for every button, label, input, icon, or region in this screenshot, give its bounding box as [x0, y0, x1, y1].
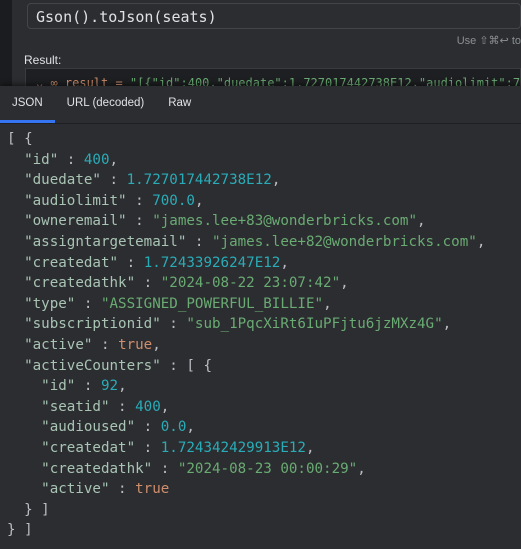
- json-punct: ,: [357, 460, 366, 477]
- json-key: "createdat": [41, 439, 136, 456]
- json-line: "duedate" : 1.727017442738E12,: [24, 172, 281, 189]
- json-value: "2024-08-23 00:00:29": [177, 460, 358, 477]
- json-value: 92: [100, 378, 119, 395]
- tab-raw[interactable]: Raw: [156, 86, 203, 123]
- json-line: "id" : 400,: [24, 151, 119, 168]
- json-key: "id": [24, 151, 59, 168]
- json-key: "assigntargetemail": [24, 233, 187, 250]
- json-line: "activeCounters" : [ {: [24, 357, 213, 374]
- json-value: "sub_1PqcXiRt6IuPFjtu6jzMXz4G": [186, 316, 443, 333]
- shortcut-hint: Use ⇧⌘↩ to: [456, 35, 521, 47]
- json-punct: ,: [160, 398, 170, 415]
- json-value: 0.0: [160, 419, 187, 436]
- json-value: 1.724342429913E12: [160, 439, 306, 456]
- json-key: "owneremail": [24, 213, 127, 230]
- json-punct: ,: [118, 378, 127, 395]
- json-line: "active" : true,: [24, 336, 161, 353]
- json-key: "audiolimit": [24, 192, 127, 209]
- json-punct: ,: [305, 439, 315, 456]
- json-line: "seatid" : 400,: [41, 398, 170, 415]
- json-key: "subscriptionid": [24, 316, 161, 333]
- tab-url-decoded[interactable]: URL (decoded): [55, 86, 157, 123]
- json-bracket: [ {: [7, 131, 33, 147]
- json-key: "id": [41, 378, 76, 395]
- json-line: "subscriptionid" : "sub_1PqcXiRt6IuPFjtu…: [24, 316, 452, 333]
- json-line: "createdat" : 1.724342429913E12,: [41, 439, 315, 456]
- json-punct: ,: [109, 151, 119, 168]
- expression-input[interactable]: Gson().toJson(seats): [27, 3, 521, 29]
- json-line: "audioused" : 0.0,: [41, 419, 195, 436]
- json-key: "active": [24, 336, 93, 353]
- json-punct: ,: [442, 316, 452, 333]
- json-key: "createdat": [24, 254, 119, 271]
- json-key: "audioused": [41, 419, 136, 436]
- json-line: "createdathk" : "2024-08-22 23:07:42",: [24, 275, 349, 292]
- json-value: true: [135, 481, 170, 498]
- json-value: 400: [83, 151, 110, 168]
- json-line: "owneremail" : "james.lee+83@wonderbrick…: [24, 213, 426, 230]
- json-line: "active" : true: [41, 481, 170, 498]
- json-value: "2024-08-22 23:07:42": [160, 275, 341, 292]
- json-punct: ,: [186, 419, 195, 436]
- json-punct: ,: [271, 172, 281, 189]
- json-content[interactable]: [ { "id" : 400, "duedate" : 1.7270174427…: [7, 129, 521, 549]
- json-key: "duedate": [24, 172, 101, 189]
- json-line: [ {: [7, 129, 521, 150]
- json-punct: ,: [323, 295, 332, 312]
- json-punct: ,: [476, 233, 486, 250]
- json-line: "createdat" : 1.72433926247E12,: [24, 254, 289, 271]
- json-value: "james.lee+83@wonderbricks.com": [152, 213, 418, 230]
- json-key: "activeCounters": [24, 357, 161, 374]
- json-line: "id" : 92,: [41, 378, 127, 395]
- json-punct: ,: [340, 275, 349, 292]
- json-line: "createdathk" : "2024-08-23 00:00:29",: [41, 460, 366, 477]
- json-key: "seatid": [41, 398, 110, 415]
- viewer-tabs: JSON URL (decoded) Raw: [0, 86, 521, 124]
- json-key: "type": [24, 295, 76, 312]
- json-value: 700.0: [152, 192, 195, 209]
- json-line: "type" : "ASSIGNED_POWERFUL_BILLIE",: [24, 295, 332, 312]
- json-punct: ,: [280, 254, 289, 271]
- json-value: "james.lee+82@wonderbricks.com": [212, 233, 477, 250]
- json-punct: ,: [152, 336, 161, 353]
- json-line: "assigntargetemail" : "james.lee+82@wond…: [24, 233, 486, 250]
- json-bracket: } ]: [7, 522, 33, 539]
- json-value: 1.72433926247E12: [143, 254, 281, 271]
- json-punct: ,: [417, 213, 426, 230]
- json-value: [ {: [186, 357, 213, 374]
- json-value: 400: [135, 398, 161, 415]
- json-line: "audiolimit" : 700.0,: [24, 192, 204, 209]
- tab-json[interactable]: JSON: [0, 86, 55, 123]
- json-key: "active": [41, 481, 110, 498]
- json-line: } ]: [7, 500, 521, 521]
- json-value: true: [118, 336, 153, 353]
- json-bracket: } ]: [24, 501, 50, 518]
- json-viewer-popup: JSON URL (decoded) Raw [ { "id" : 400, "…: [0, 86, 521, 549]
- json-key: "createdathk": [41, 460, 153, 477]
- json-value: "ASSIGNED_POWERFUL_BILLIE": [100, 295, 324, 312]
- json-line: } ]: [7, 520, 521, 541]
- json-punct: ,: [194, 192, 204, 209]
- evaluate-dialog: Gson().toJson(seats) Use ⇧⌘↩ to Result: …: [12, 0, 521, 104]
- json-key: "createdathk": [24, 275, 136, 292]
- result-label: Result:: [24, 53, 62, 67]
- json-value: 1.727017442738E12: [126, 172, 272, 189]
